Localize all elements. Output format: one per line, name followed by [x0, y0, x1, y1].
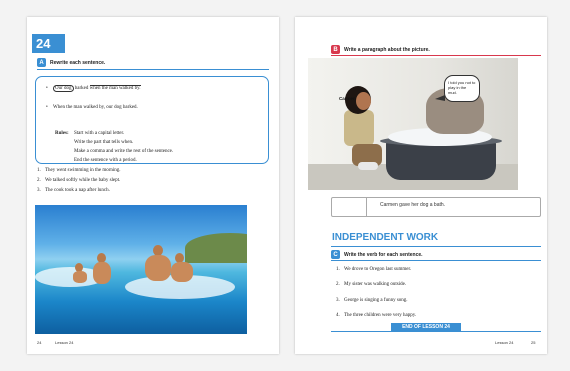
independent-work-title: INDEPENDENT WORK	[332, 232, 439, 243]
rule-1: Start with a capital letter.	[74, 131, 125, 136]
rules-label: Rules:	[55, 131, 69, 136]
girl-face	[356, 92, 371, 110]
lesson-number-tab: 24	[32, 34, 65, 53]
list-item: 3. The cook took a nap after lunch.	[37, 188, 110, 193]
answer-sentence: Carmen gave her dog a bath.	[380, 202, 446, 208]
carmen-label: Carmen	[339, 96, 356, 101]
independent-work-rule	[331, 246, 541, 247]
girl-shoe	[358, 162, 378, 170]
right-page: B Write a paragraph about the picture. C…	[295, 17, 547, 354]
rule-2: Write the part that tells when.	[74, 140, 134, 145]
speech-bubble: I told you not to play in the mud.	[444, 75, 480, 102]
end-of-lesson-banner: END OF LESSON 24	[391, 323, 461, 331]
list-item: 1. They went swimming in the morning.	[37, 168, 121, 173]
list-item: 4. The three children were very happy.	[336, 313, 417, 318]
example-verb: barked	[74, 86, 89, 91]
list-item: 3. George is singing a funny song.	[336, 298, 408, 303]
answer-box: Carmen gave her dog a bath.	[331, 197, 541, 217]
girl-body	[344, 110, 374, 146]
circled-subject: Our dog	[53, 85, 74, 92]
overlined-clause: when the man walked by.	[89, 85, 141, 91]
rule-4: End the sentence with a period.	[74, 158, 137, 163]
page-number: 24	[37, 340, 42, 345]
section-a-title: Rewrite each sentence.	[50, 59, 106, 66]
section-a-rule	[37, 69, 269, 70]
rewrite-example-box: Our dog barked when the man walked by. W…	[35, 76, 269, 164]
end-rule	[331, 331, 541, 332]
section-a-header: A Rewrite each sentence.	[37, 58, 105, 67]
left-page: 24 A Rewrite each sentence. Our dog bark…	[27, 17, 279, 354]
section-c-badge: C	[331, 250, 340, 259]
swimmer-body	[145, 255, 171, 281]
distant-hill	[185, 233, 247, 263]
answer-divider	[366, 198, 367, 216]
list-item: 2. My sister was walking outside.	[336, 282, 407, 287]
swimmer-body	[93, 262, 111, 284]
swimmer-body	[73, 271, 87, 283]
footer-lesson-label: Lesson 24	[495, 340, 514, 345]
section-b-rule	[331, 55, 541, 56]
example-answer: When the man walked by, our dog barked.	[46, 105, 138, 110]
example-sentence: Our dog barked when the man walked by.	[46, 85, 141, 92]
list-item: 1. We drove to Oregon last summer.	[336, 267, 412, 272]
swimming-photo	[35, 205, 247, 334]
section-a-badge: A	[37, 58, 46, 67]
page-number: 25	[531, 340, 536, 345]
section-c-title: Write the verb for each sentence.	[344, 251, 423, 258]
section-c-header: C Write the verb for each sentence.	[331, 250, 423, 259]
section-b-title: Write a paragraph about the picture.	[344, 46, 430, 53]
rule-3: Make a comma and write the rest of the s…	[74, 149, 174, 154]
section-c-rule	[331, 260, 541, 261]
swimmer-body	[171, 262, 193, 282]
list-item: 2. We talked softly while the baby slept.	[37, 178, 121, 183]
dog-bath-photo: Carmen I told you not to play in the mud…	[308, 58, 518, 190]
wash-tub	[386, 140, 496, 180]
footer-lesson-label: Lesson 24	[55, 340, 74, 345]
